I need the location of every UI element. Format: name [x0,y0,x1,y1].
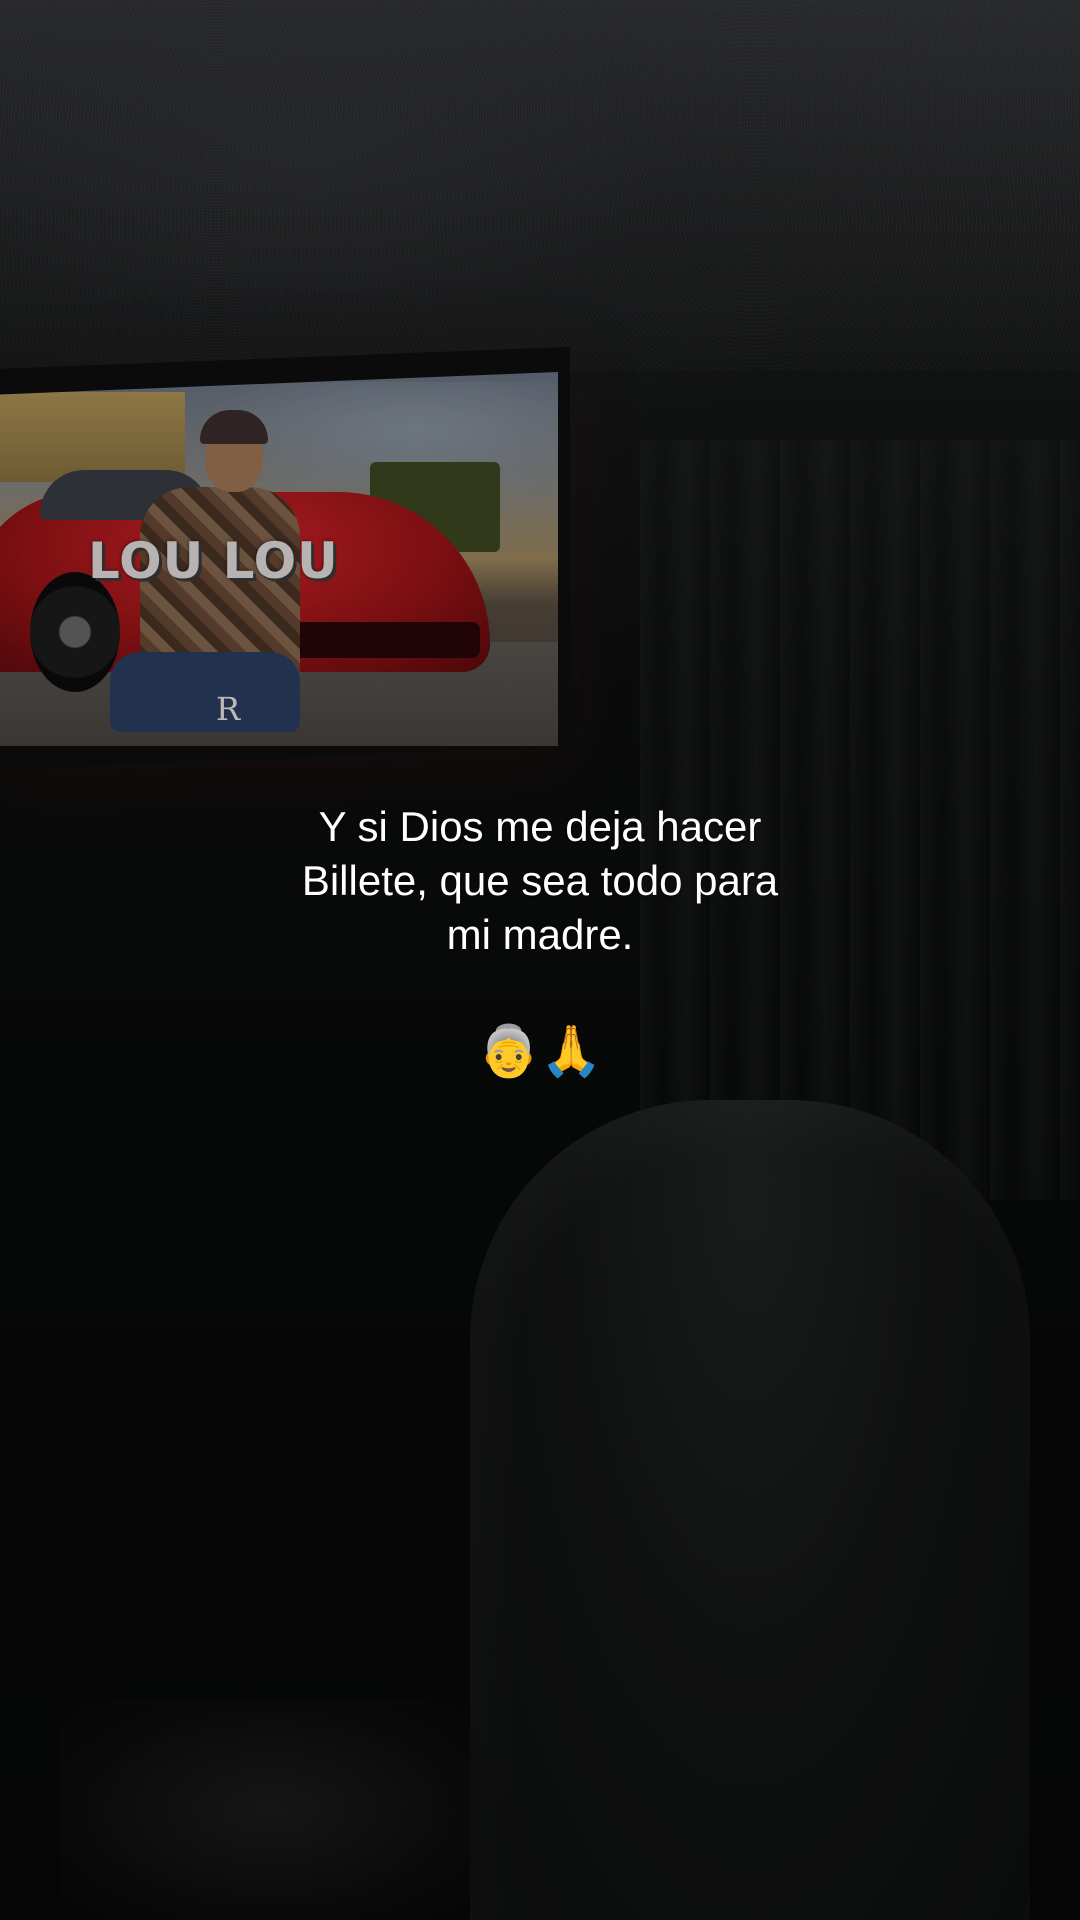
emoji-row: 👵🙏 [477,1022,603,1080]
chair-silhouette [470,1100,1030,1920]
video-frame: LOU LOU R Y si Dios me deja hacer Billet… [0,0,1080,1920]
tv-car-grille [270,622,480,658]
floor-shadow [60,1700,480,1920]
caption-text: Y si Dios me deja hacer Billete, que sea… [301,803,779,958]
tv-title-text: LOU LOU [88,532,339,590]
tv-logo: R [216,690,241,728]
tv-screen: LOU LOU R [0,372,558,746]
ceiling [0,0,1080,370]
tv-person-legs [110,652,300,732]
tv-building [0,392,185,482]
tv-car-wheel [30,572,120,692]
